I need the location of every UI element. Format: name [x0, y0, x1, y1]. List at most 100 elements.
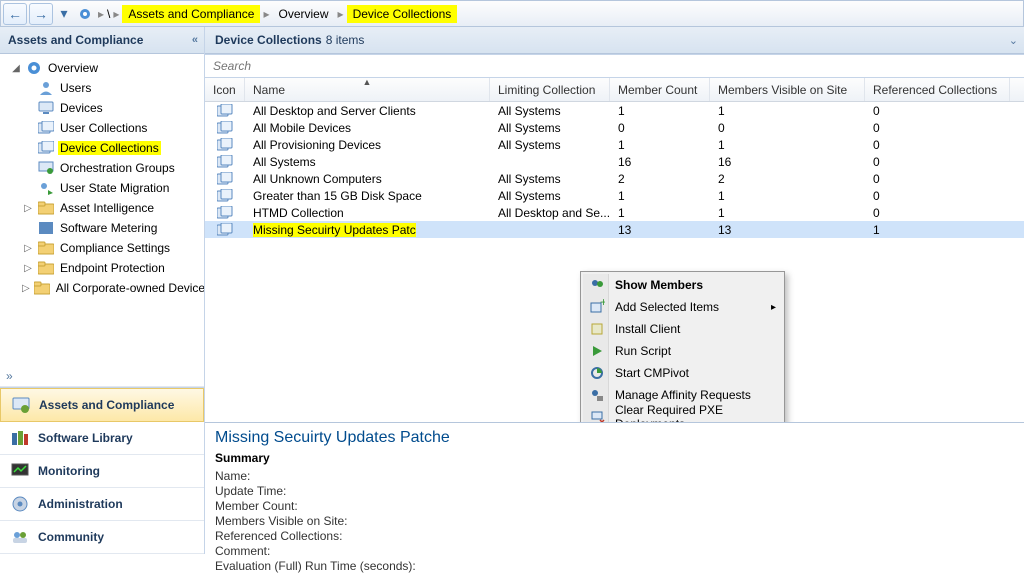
cell-member-count: 16: [610, 155, 710, 169]
cell-limiting: All Systems: [490, 104, 610, 118]
crumb-leaf[interactable]: Device Collections: [347, 5, 458, 23]
breadcrumb-bar: ← → ▾ ▸ \ ▸ Assets and Compliance ▸ Over…: [0, 0, 1024, 27]
table-row[interactable]: All Mobile DevicesAll Systems000: [205, 119, 1024, 136]
submenu-arrow-icon: ▸: [771, 302, 776, 313]
tree-item-overview[interactable]: ◢ Overview: [2, 58, 202, 78]
table-row[interactable]: Missing Secuirty Updates Patc13131: [205, 221, 1024, 238]
col-visible[interactable]: Members Visible on Site: [710, 78, 865, 101]
col-limiting[interactable]: Limiting Collection: [490, 78, 610, 101]
tree-item-label: Users: [58, 81, 93, 95]
collection-icon: [205, 206, 245, 220]
cell-referenced: 0: [865, 155, 1010, 169]
table-row[interactable]: Greater than 15 GB Disk SpaceAll Systems…: [205, 187, 1024, 204]
cell-visible: 1: [710, 104, 865, 118]
grid-header: Icon ▲Name Limiting Collection Member Co…: [205, 78, 1024, 102]
table-row[interactable]: All Desktop and Server ClientsAll System…: [205, 102, 1024, 119]
tree-item-label: User Collections: [58, 121, 149, 135]
search-input[interactable]: [205, 55, 1024, 77]
summary-panel: Missing Secuirty Updates Patche Summary …: [205, 422, 1024, 554]
ctx-show-members[interactable]: Show Members: [583, 274, 782, 296]
cell-member-count: 2: [610, 172, 710, 186]
ctx-label: Install Client: [615, 322, 680, 336]
navbtn-label: Monitoring: [38, 464, 100, 478]
expand-icon[interactable]: ▷: [22, 283, 30, 294]
cell-name: All Provisioning Devices: [245, 138, 490, 152]
navbtn-admin[interactable]: Administration: [0, 488, 204, 521]
nav-tree: ◢ Overview Users Devices User Collections Dev…: [0, 54, 204, 366]
table-row[interactable]: HTMD CollectionAll Desktop and Se...110: [205, 204, 1024, 221]
cell-member-count: 0: [610, 121, 710, 135]
run-icon: [588, 342, 606, 360]
cell-name: Greater than 15 GB Disk Space: [245, 189, 490, 203]
navbtn-softlib[interactable]: Software Library: [0, 422, 204, 455]
col-name[interactable]: ▲Name: [245, 78, 490, 101]
tree-item-device-collections[interactable]: Device Collections: [2, 138, 202, 158]
collapse-icon[interactable]: «: [192, 34, 198, 46]
crumb-mid[interactable]: Overview: [273, 5, 335, 23]
table-row[interactable]: All Systems16160: [205, 153, 1024, 170]
sidebar: Assets and Compliance « ◢ Overview Users De…: [0, 27, 205, 554]
nav-forward-button[interactable]: →: [29, 3, 53, 25]
folder-icon: [38, 200, 54, 216]
expand-icon[interactable]: ▷: [22, 243, 34, 254]
context-menu: Show Members+Add Selected Items▸ Install …: [580, 271, 785, 422]
expand-icon[interactable]: ▷: [22, 263, 34, 274]
col-icon[interactable]: Icon: [205, 78, 245, 101]
sidebar-header[interactable]: Assets and Compliance «: [0, 27, 204, 54]
table-row[interactable]: All Provisioning DevicesAll Systems110: [205, 136, 1024, 153]
tree-item-software-metering[interactable]: Software Metering: [2, 218, 202, 238]
navbtn-monitor[interactable]: Monitoring: [0, 455, 204, 488]
navbtn-community[interactable]: Community: [0, 521, 204, 554]
col-referenced[interactable]: Referenced Collections: [865, 78, 1010, 101]
cell-referenced: 0: [865, 121, 1010, 135]
ctx-clear-required-pxe-deployments[interactable]: Clear Required PXE Deployments: [583, 406, 782, 422]
content-pane: Device Collections 8 items ⌄ Icon ▲Name …: [205, 27, 1024, 554]
tree-item-devices[interactable]: Devices: [2, 98, 202, 118]
ctx-label: Clear Required PXE Deployments: [615, 403, 764, 422]
devcoll-icon: [38, 140, 54, 156]
ctx-start-cmpivot[interactable]: Start CMPivot: [583, 362, 782, 384]
navbtn-assets[interactable]: Assets and Compliance: [0, 388, 204, 422]
cell-limiting: All Systems: [490, 121, 610, 135]
tree-item-label: Software Metering: [58, 221, 159, 235]
cell-visible: 1: [710, 138, 865, 152]
tree-item-compliance-settings[interactable]: ▷Compliance Settings: [2, 238, 202, 258]
tree-item-user-collections[interactable]: User Collections: [2, 118, 202, 138]
expand-icon[interactable]: ▷: [22, 203, 34, 214]
tree-item-user-state-migration[interactable]: User State Migration: [2, 178, 202, 198]
ctx-run-script[interactable]: Run Script: [583, 340, 782, 362]
tree-item-orchestration-groups[interactable]: Orchestration Groups: [2, 158, 202, 178]
summary-field: Member Count:: [215, 499, 1014, 514]
nav-back-button[interactable]: ←: [3, 3, 27, 25]
tree-item-endpoint-protection[interactable]: ▷Endpoint Protection: [2, 258, 202, 278]
sidebar-title: Assets and Compliance: [8, 33, 143, 47]
ctx-add-selected-items[interactable]: +Add Selected Items▸: [583, 296, 782, 318]
collapse-content-icon[interactable]: ⌄: [1009, 34, 1018, 47]
tree-item-label: Overview: [46, 61, 100, 75]
tree-item-asset-intelligence[interactable]: ▷Asset Intelligence: [2, 198, 202, 218]
grid: Icon ▲Name Limiting Collection Member Co…: [205, 78, 1024, 422]
cell-referenced: 0: [865, 206, 1010, 220]
navbtn-label: Software Library: [38, 431, 133, 445]
expand-navs[interactable]: »: [0, 366, 204, 387]
tree-item-label: Orchestration Groups: [58, 161, 177, 175]
affinity-icon: [588, 386, 606, 404]
content-header: Device Collections 8 items ⌄: [205, 27, 1024, 54]
col-member-count[interactable]: Member Count: [610, 78, 710, 101]
collection-icon: [205, 172, 245, 186]
cell-name: All Systems: [245, 155, 490, 169]
search-row: [205, 54, 1024, 78]
expand-icon[interactable]: ◢: [10, 63, 22, 74]
tree-item-label: All Corporate-owned Devices: [54, 281, 204, 295]
nav-dropdown[interactable]: ▾: [55, 3, 73, 25]
tree-item-all-corporate-owned-devices[interactable]: ▷ All Corporate-owned Devices: [2, 278, 202, 298]
ctx-install-client[interactable]: Install Client: [583, 318, 782, 340]
cell-referenced: 0: [865, 138, 1010, 152]
tree-item-users[interactable]: Users: [2, 78, 202, 98]
collection-icon: [205, 223, 245, 237]
table-row[interactable]: All Unknown ComputersAll Systems220: [205, 170, 1024, 187]
content-title: Device Collections: [215, 33, 322, 47]
collection-icon: [205, 155, 245, 169]
crumb-root[interactable]: Assets and Compliance: [122, 5, 260, 23]
cell-name: All Unknown Computers: [245, 172, 490, 186]
